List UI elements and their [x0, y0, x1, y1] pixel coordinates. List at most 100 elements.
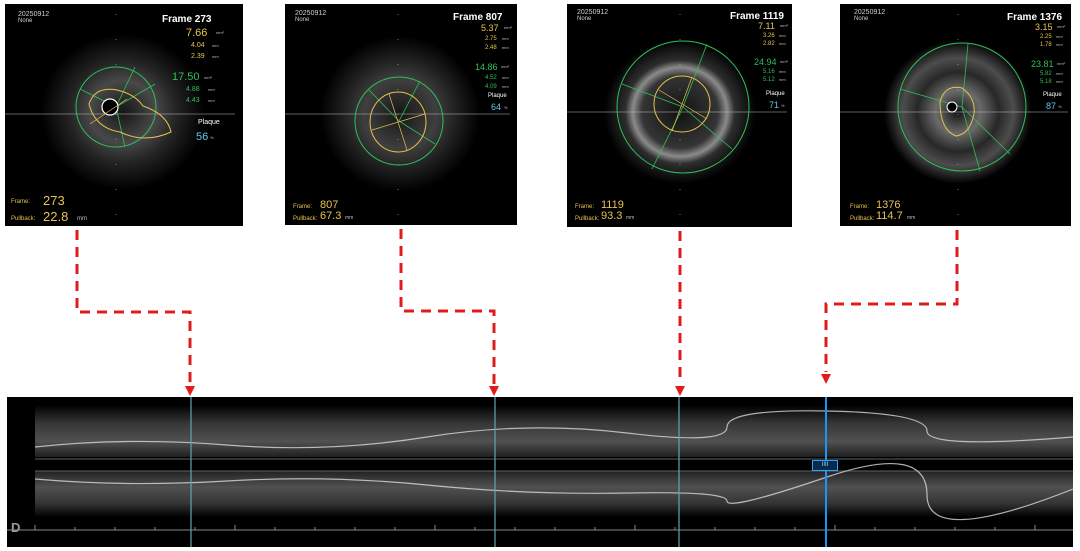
ivus-frame-1376[interactable]: 20250912 None Frame 1376 3.15 mm² 2.25 m…: [840, 4, 1071, 226]
plaque-percent: 87: [1046, 101, 1057, 111]
unit-length: mm: [1056, 34, 1063, 39]
frame-label: Frame:: [575, 204, 595, 210]
lumen-d1: 3.26: [763, 33, 775, 39]
unit-length: mm: [502, 36, 509, 41]
vessel-area: 24.94: [754, 57, 777, 67]
vessel-area: 23.81: [1031, 59, 1054, 69]
pullback-value: 93.3: [601, 210, 623, 222]
series-label: None: [577, 16, 592, 22]
pullback-label: Pullback:: [575, 216, 600, 222]
lumen-area: 3.15: [1035, 22, 1053, 32]
unit-area: mm²: [1057, 61, 1065, 66]
frame-label: Frame:: [293, 204, 313, 210]
connector-arrow-807: [399, 229, 496, 384]
study-date: 20250912: [18, 11, 50, 18]
current-frame-marker[interactable]: IIII: [812, 460, 838, 471]
longitudinal-view[interactable]: IIII D: [7, 397, 1073, 547]
frame-label: Frame:: [11, 199, 31, 205]
unit-percent: %: [210, 135, 214, 140]
unit-length: mm: [208, 98, 215, 103]
plaque-label: Plaque: [766, 91, 785, 97]
pullback-value: 114.7: [876, 210, 903, 222]
unit-area: mm²: [1057, 24, 1065, 29]
pullback-label: Pullback:: [293, 216, 318, 222]
study-date: 20250912: [854, 9, 886, 16]
ivus-image: [285, 14, 510, 224]
vessel-area: 17.50: [172, 71, 200, 83]
unit-length: mm: [1056, 79, 1063, 84]
arrow-head-1119: [675, 386, 685, 396]
unit-length: mm: [502, 45, 509, 50]
frame-title: Frame 807: [453, 12, 503, 23]
frame-title: Frame 1119: [730, 11, 784, 22]
unit-length: mm: [779, 33, 786, 38]
unit-length: mm: [502, 75, 509, 80]
vessel-area: 14.86: [475, 62, 498, 72]
lumen-d1: 2.25: [1040, 34, 1052, 40]
unit-area: mm²: [501, 64, 509, 69]
vessel-d1: 5.82: [1040, 71, 1052, 77]
unit-area: mm²: [780, 23, 788, 28]
plaque-percent: 64: [491, 102, 502, 112]
pullback-unit: mm: [907, 215, 916, 221]
distal-label: D: [11, 520, 21, 535]
study-date: 20250912: [577, 9, 609, 16]
series-label: None: [18, 18, 33, 24]
connector-arrow-1376: [824, 230, 959, 372]
ivus-image: [567, 14, 787, 226]
unit-length: mm: [779, 41, 786, 46]
plaque-label: Plaque: [488, 93, 507, 99]
lumen-d2: 2.48: [485, 45, 497, 51]
longitudinal-image: [7, 397, 1073, 547]
lumen-d2: 2.39: [191, 53, 205, 60]
frame-value: 273: [43, 193, 65, 208]
unit-length: mm: [1056, 42, 1063, 47]
arrow-head-1376: [821, 374, 831, 384]
ivus-frame-807[interactable]: 20250912 None Frame 807 5.37 mm² 2.75 mm…: [285, 4, 517, 225]
lumen-d2: 2.82: [763, 41, 775, 47]
lumen-area: 7.66: [186, 27, 208, 39]
pullback-label: Pullback:: [850, 216, 875, 222]
vessel-d2: 5.12: [763, 77, 775, 83]
pullback-value: 67.3: [320, 210, 342, 222]
lumen-d1: 4.04: [191, 42, 205, 49]
pullback-unit: mm: [345, 215, 354, 221]
lumen-area: 7.11: [758, 21, 775, 31]
unit-percent: %: [1058, 104, 1062, 109]
unit-length: mm: [779, 69, 786, 74]
series-label: None: [854, 16, 869, 22]
ivus-frame-1119[interactable]: 20250912 None Frame 1119 7.11 mm² 3.26 m…: [567, 4, 792, 227]
study-date: 20250912: [295, 10, 327, 17]
lumen-d1: 2.75: [485, 36, 497, 42]
lumen-area: 5.37: [481, 23, 499, 33]
vessel-d1: 4.52: [485, 75, 497, 81]
unit-length: mm: [212, 54, 219, 59]
ivus-frame-273[interactable]: 20250912 None Frame 273 7.66 mm² 4.04 mm…: [5, 4, 243, 226]
series-label: None: [295, 17, 310, 23]
unit-length: mm: [502, 84, 509, 89]
ivus-image: [840, 14, 1068, 226]
vessel-d1: 5.16: [763, 69, 775, 75]
unit-area: mm²: [504, 25, 512, 30]
unit-area: mm²: [204, 75, 212, 80]
unit-area: mm²: [216, 30, 224, 35]
unit-percent: %: [504, 105, 508, 110]
unit-length: mm: [208, 87, 215, 92]
frame-title: Frame 273: [162, 14, 212, 25]
unit-length: mm: [1056, 71, 1063, 76]
vessel-d2: 4.09: [485, 84, 497, 90]
arrow-head-807: [489, 386, 499, 396]
vessel-d2: 4.43: [186, 97, 200, 104]
pullback-label: Pullback:: [11, 216, 36, 222]
lumen-d2: 1.78: [1040, 42, 1052, 48]
plaque-label: Plaque: [198, 119, 220, 126]
unit-length: mm: [779, 77, 786, 82]
vessel-d2: 5.18: [1040, 79, 1052, 85]
pullback-unit: mm: [77, 216, 87, 222]
plaque-percent: 71: [769, 100, 780, 110]
connector-arrow-273: [75, 230, 192, 384]
plaque-percent: 56: [196, 131, 209, 143]
plaque-label: Plaque: [1043, 92, 1062, 98]
pullback-unit: mm: [626, 215, 635, 221]
frame-label: Frame:: [850, 204, 870, 210]
